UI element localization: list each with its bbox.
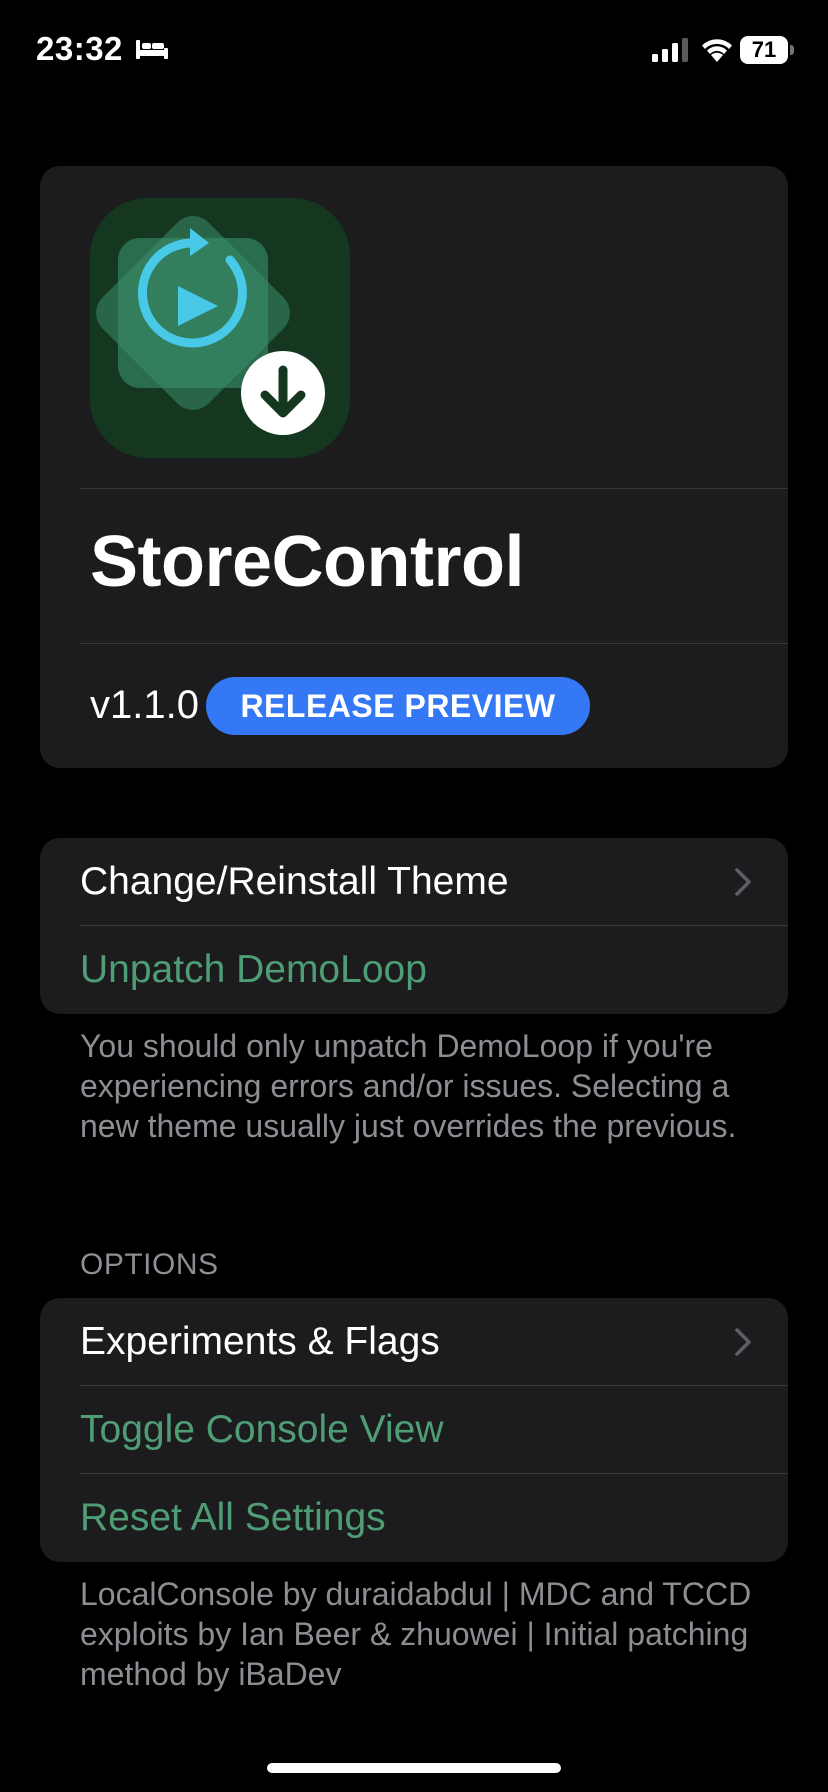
status-bar: 23:32 71 (0, 0, 828, 100)
status-time: 23:32 (36, 30, 123, 67)
home-indicator[interactable] (267, 1763, 561, 1773)
theme-card: Change/Reinstall Theme Unpatch DemoLoop (40, 838, 788, 1014)
change-theme-row[interactable]: Change/Reinstall Theme (40, 838, 788, 926)
bed-icon (136, 40, 168, 59)
experiments-flags-row[interactable]: Experiments & Flags (40, 1298, 788, 1386)
card-divider (80, 488, 788, 489)
options-card: Experiments & Flags Toggle Console View … (40, 1298, 788, 1562)
toggle-console-label: Toggle Console View (80, 1408, 444, 1451)
unpatch-demoloop-label: Unpatch DemoLoop (80, 948, 427, 991)
battery-level: 71 (751, 37, 777, 62)
app-icon (90, 198, 350, 458)
options-section-header: OPTIONS (80, 1248, 219, 1281)
unpatch-demoloop-button[interactable]: Unpatch DemoLoop (40, 926, 788, 1014)
card-divider (80, 643, 788, 644)
signal-icon (652, 38, 688, 62)
app-title: StoreControl (90, 522, 524, 602)
credits-footer-note: LocalConsole by duraidabdul | MDC and TC… (80, 1576, 752, 1692)
chevron-right-icon (735, 1328, 751, 1356)
release-badge: RELEASE PREVIEW (206, 677, 590, 735)
reset-settings-label: Reset All Settings (80, 1496, 386, 1539)
reset-settings-button[interactable]: Reset All Settings (40, 1474, 788, 1562)
chevron-right-icon (735, 868, 751, 896)
wifi-icon (702, 39, 732, 62)
version-label: v1.1.0 (90, 683, 199, 727)
theme-footer-note: You should only unpatch DemoLoop if you'… (80, 1028, 737, 1144)
change-theme-label: Change/Reinstall Theme (80, 860, 509, 903)
app-info-card: StoreControl v1.1.0 RELEASE PREVIEW (40, 166, 788, 768)
battery-icon: 71 (740, 36, 796, 64)
toggle-console-button[interactable]: Toggle Console View (40, 1386, 788, 1474)
battery-tip (790, 45, 794, 55)
experiments-flags-label: Experiments & Flags (80, 1320, 440, 1363)
refresh-play-download-icon (96, 216, 325, 435)
